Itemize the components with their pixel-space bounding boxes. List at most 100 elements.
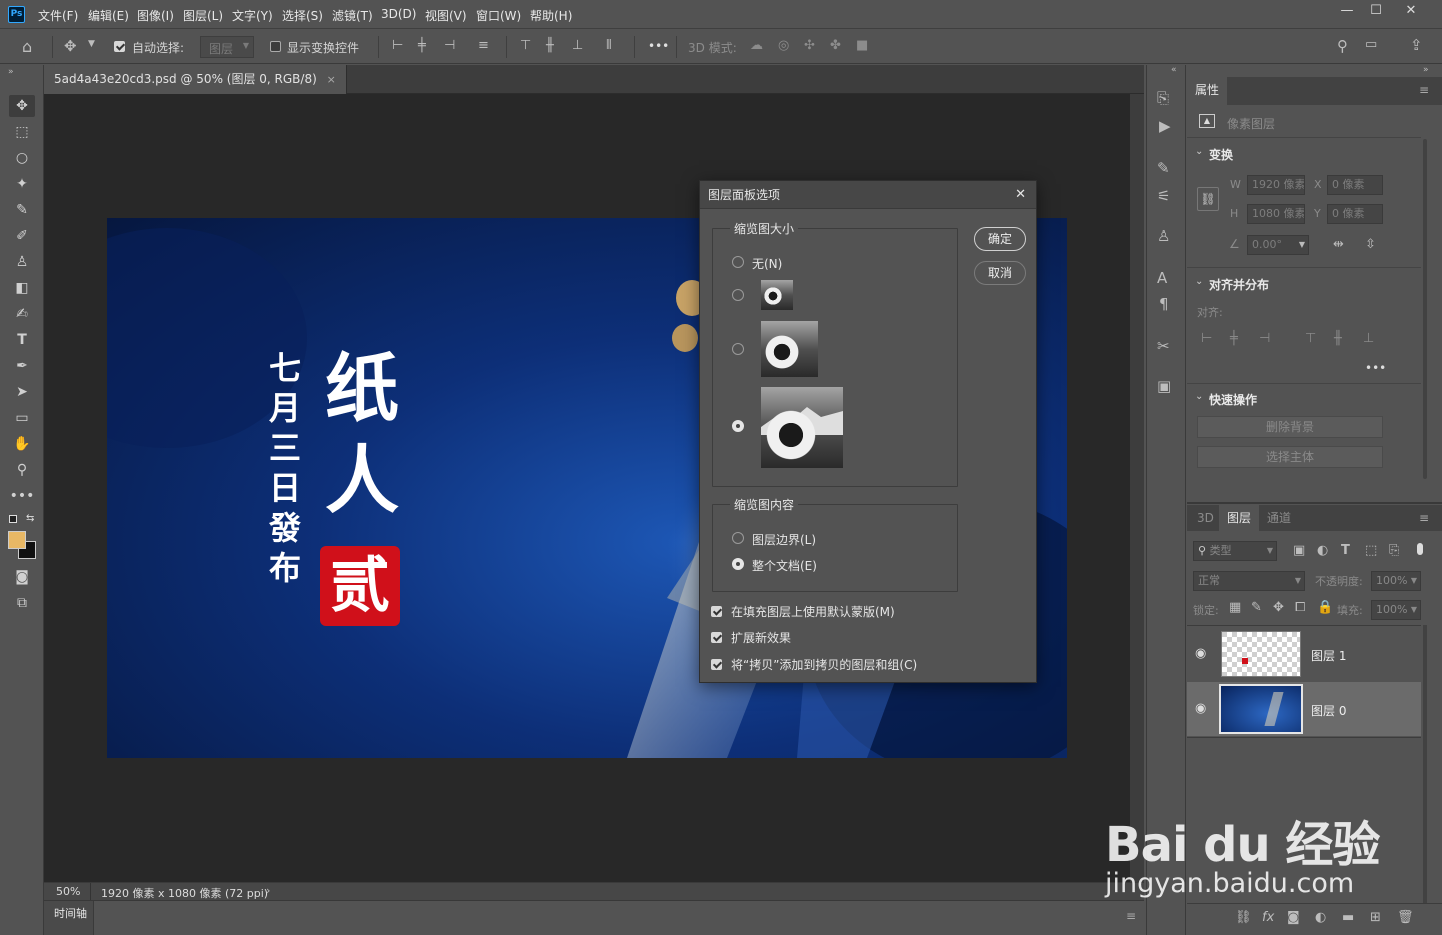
trash-icon[interactable]: 🗑 xyxy=(1397,910,1414,925)
new-group-icon[interactable]: ▬ xyxy=(1342,910,1354,925)
align-vertical-centers-icon[interactable]: ╫ xyxy=(546,38,554,53)
remove-background-button[interactable]: 删除背景 xyxy=(1197,416,1383,438)
thumb-none-radio[interactable] xyxy=(732,256,744,268)
minimize-button[interactable]: — xyxy=(1332,0,1362,24)
menu-3d[interactable]: 3D(D) xyxy=(381,7,416,21)
collapse-icon[interactable]: » xyxy=(1423,65,1429,75)
document-tab[interactable]: 5ad4a43e20cd3.psd @ 50% (图层 0, RGB/8) × xyxy=(44,65,347,94)
pan-3d-icon[interactable]: ✣ xyxy=(804,38,815,53)
chevron-down-icon[interactable]: ⌄ xyxy=(1195,391,1203,402)
close-icon[interactable]: ✕ xyxy=(1015,181,1026,209)
pen-tool-icon[interactable]: ✒ xyxy=(9,355,35,377)
angle-field[interactable]: 0.00° ▼ xyxy=(1247,235,1309,255)
default-mask-label[interactable]: 在填充图层上使用默认蒙版(M) xyxy=(731,603,895,620)
swap-colors-icon[interactable]: ⇆ xyxy=(26,513,34,524)
filter-toggle[interactable] xyxy=(1417,543,1423,555)
clone-source-icon[interactable]: ♙ xyxy=(1157,227,1170,245)
entire-document-radio[interactable] xyxy=(732,558,744,570)
collapse-icon[interactable]: » xyxy=(8,67,14,77)
search-icon[interactable]: ⚲ xyxy=(1337,37,1348,55)
panel-menu-icon[interactable]: ≡ xyxy=(1419,83,1429,97)
panel-menu-icon[interactable]: ≡ xyxy=(1126,909,1136,923)
brush-settings-icon[interactable]: ✎ xyxy=(1157,159,1170,177)
cancel-button[interactable]: 取消 xyxy=(974,261,1026,285)
close-window-button[interactable]: ✕ xyxy=(1396,0,1426,24)
menu-view[interactable]: 视图(V) xyxy=(425,7,467,24)
workspace-icon[interactable]: ▭ xyxy=(1365,37,1377,52)
collapse-icon[interactable]: « xyxy=(1171,65,1177,75)
close-tab-icon[interactable]: × xyxy=(327,73,336,86)
align-bottom-edges-icon[interactable]: ⊥ xyxy=(572,38,583,53)
fill-field[interactable]: 100% ▼ xyxy=(1371,600,1421,620)
show-transform-checkbox[interactable] xyxy=(270,40,281,54)
chevron-down-icon[interactable]: ▼ xyxy=(88,39,95,49)
adjustments-icon[interactable]: ⚟ xyxy=(1157,187,1170,205)
width-field[interactable]: 1920 像素 xyxy=(1247,175,1305,195)
type-tool-icon[interactable]: T xyxy=(9,329,35,351)
auto-select-target-dropdown[interactable]: 图层 ▼ xyxy=(200,36,254,58)
layer-bounds-radio[interactable] xyxy=(732,532,744,544)
marquee-tool-icon[interactable]: ⬚ xyxy=(9,121,35,143)
align-top-edges-icon[interactable]: ⊤ xyxy=(520,38,531,53)
lasso-tool-icon[interactable]: ○ xyxy=(9,147,35,169)
expand-effects-checkbox[interactable] xyxy=(711,631,722,645)
flip-horizontal-icon[interactable]: ⇹ xyxy=(1333,237,1344,252)
paragraph-icon[interactable]: ¶ xyxy=(1159,295,1169,313)
more-options-button[interactable]: ••• xyxy=(648,39,669,53)
lock-transparent-icon[interactable]: ▦ xyxy=(1229,600,1241,615)
tab-properties[interactable]: 属性 xyxy=(1187,77,1228,105)
layer-name[interactable]: 图层 0 xyxy=(1311,702,1346,719)
timeline-tab[interactable]: 时间轴 xyxy=(44,901,94,935)
move-tool-icon[interactable]: ✥ xyxy=(64,37,77,55)
height-field[interactable]: 1080 像素 xyxy=(1247,204,1305,224)
panel-menu-icon[interactable]: ≡ xyxy=(1419,511,1429,525)
menu-help[interactable]: 帮助(H) xyxy=(530,7,572,24)
layer-row-selected[interactable]: ◉ 图层 0 xyxy=(1187,682,1421,736)
x-field[interactable]: 0 像素 xyxy=(1327,175,1383,195)
eye-visibility-icon[interactable]: ◉ xyxy=(1195,701,1206,716)
more-align-options[interactable]: ••• xyxy=(1365,361,1386,375)
align-left-edges-icon[interactable]: ⊢ xyxy=(392,38,403,53)
tab-channels[interactable]: 通道 xyxy=(1259,505,1299,531)
align-left-icon[interactable]: ⊢ xyxy=(1201,331,1212,346)
menu-window[interactable]: 窗口(W) xyxy=(476,7,521,24)
filter-pixel-icon[interactable]: ▣ xyxy=(1293,543,1305,558)
menu-type[interactable]: 文字(Y) xyxy=(232,7,273,24)
blend-mode-dropdown[interactable]: 正常 ▼ xyxy=(1193,571,1305,591)
home-icon[interactable]: ⌂ xyxy=(22,37,32,56)
eyedropper-tool-icon[interactable]: ✎ xyxy=(9,199,35,221)
more-tools-icon[interactable]: ••• xyxy=(9,485,35,507)
history-icon[interactable]: ⎘ xyxy=(1157,89,1169,107)
align-bottom-icon[interactable]: ⊥ xyxy=(1363,331,1374,346)
menu-layer[interactable]: 图层(L) xyxy=(183,7,223,24)
menu-select[interactable]: 选择(S) xyxy=(282,7,323,24)
adjustment-layer-icon[interactable]: ◐ xyxy=(1315,910,1326,925)
menu-filter[interactable]: 滤镜(T) xyxy=(332,7,373,24)
align-right-edges-icon[interactable]: ⊣ xyxy=(444,38,455,53)
share-icon[interactable]: ⇪ xyxy=(1410,36,1423,54)
dialog-title-bar[interactable]: 图层面板选项 ✕ xyxy=(700,181,1036,209)
roll-3d-icon[interactable]: ◎ xyxy=(778,38,789,53)
filter-shape-icon[interactable]: ⬚ xyxy=(1365,543,1377,558)
orbit-3d-icon[interactable]: ☁ xyxy=(750,38,763,53)
layers-scrollbar[interactable] xyxy=(1423,625,1427,905)
filter-smart-object-icon[interactable]: ⎘ xyxy=(1389,543,1399,558)
quick-mask-icon[interactable]: ◙ xyxy=(9,566,35,588)
character-icon[interactable]: A xyxy=(1157,269,1167,287)
thumb-large-radio[interactable] xyxy=(732,420,744,432)
filter-adjustment-icon[interactable]: ◐ xyxy=(1317,543,1328,558)
move-tool-icon[interactable]: ✥ xyxy=(9,95,35,117)
distribute-vertical-icon[interactable]: ≡ xyxy=(478,38,489,53)
align-right-icon[interactable]: ⊣ xyxy=(1259,331,1270,346)
chevron-down-icon[interactable]: ⌄ xyxy=(1195,276,1203,287)
add-mask-icon[interactable]: ◙ xyxy=(1287,910,1300,925)
foreground-color-swatch[interactable] xyxy=(8,531,26,549)
layer-bounds-label[interactable]: 图层边界(L) xyxy=(752,531,816,548)
layer-filter-dropdown[interactable]: ⚲ 类型 ▼ xyxy=(1193,541,1277,561)
tool-presets-icon[interactable]: ✂ xyxy=(1157,337,1170,355)
actions-play-icon[interactable]: ▶ xyxy=(1159,117,1171,135)
zoom-level[interactable]: 50% xyxy=(56,885,80,898)
align-middle-icon[interactable]: ╫ xyxy=(1334,331,1342,346)
menu-edit[interactable]: 编辑(E) xyxy=(88,7,129,24)
lock-position-icon[interactable]: ✥ xyxy=(1273,600,1284,615)
